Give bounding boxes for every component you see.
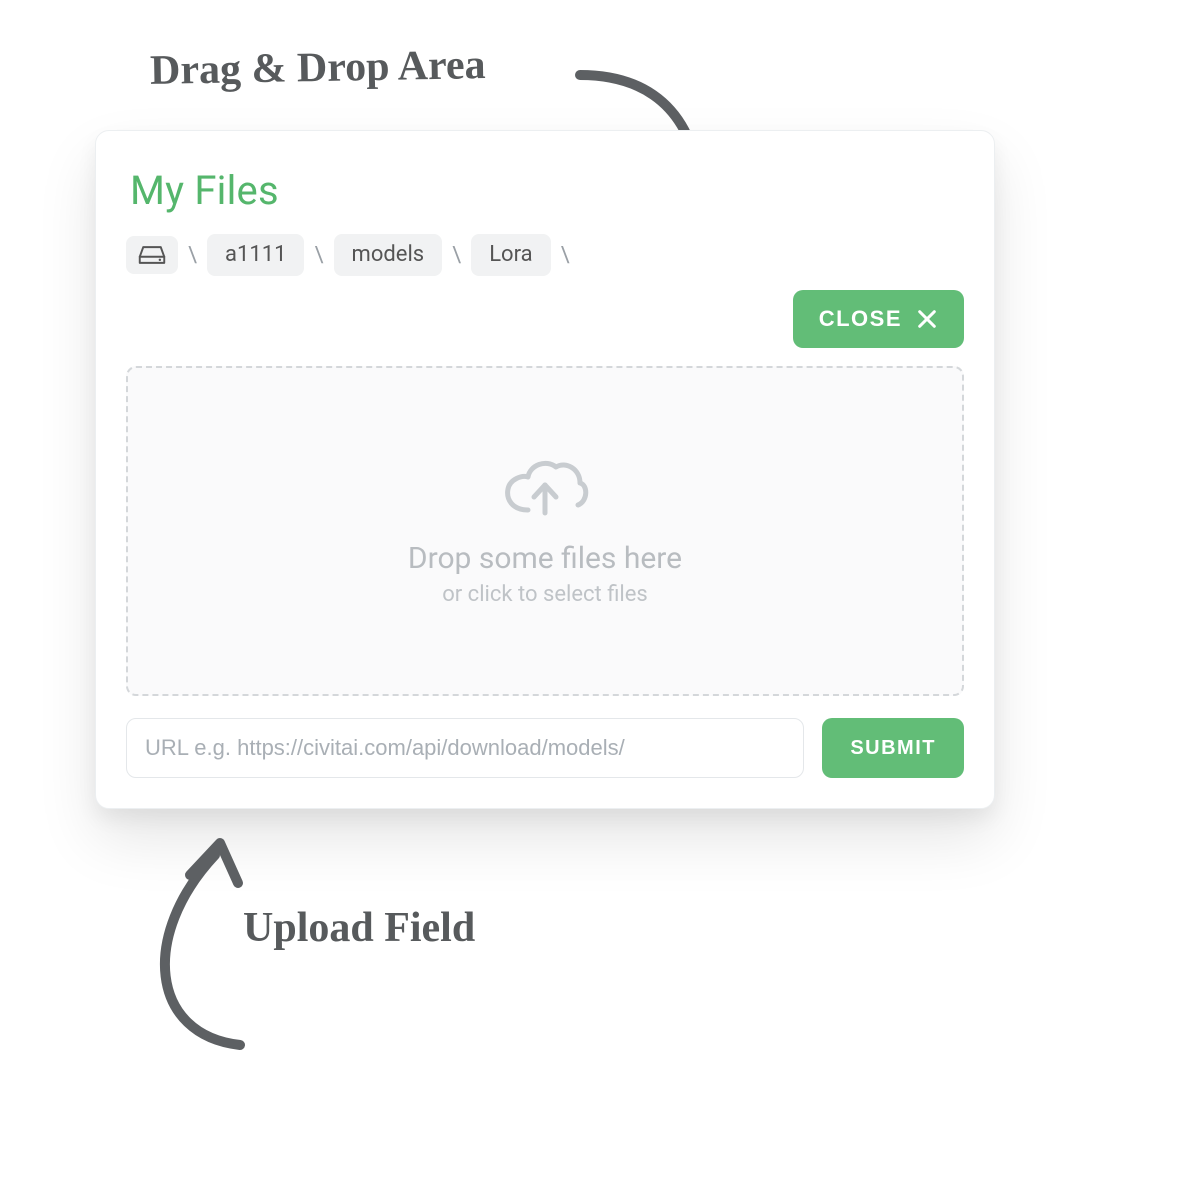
submit-button[interactable]: SUBMIT (822, 718, 964, 778)
breadcrumb-separator: \ (314, 243, 323, 268)
close-icon (916, 308, 938, 330)
breadcrumb-item-a1111[interactable]: a1111 (207, 234, 304, 276)
breadcrumb-separator: \ (452, 243, 461, 268)
dropzone-secondary-text: or click to select files (442, 582, 648, 607)
url-row: SUBMIT (126, 718, 964, 778)
breadcrumb: \ a1111 \ models \ Lora \ (126, 234, 964, 276)
page-title: My Files (130, 167, 960, 214)
breadcrumb-item-lora[interactable]: Lora (471, 234, 550, 276)
files-panel: My Files \ a1111 \ models \ Lora \ CLOSE (95, 130, 995, 809)
drive-icon (138, 244, 166, 266)
breadcrumb-separator: \ (561, 243, 570, 268)
breadcrumb-separator: \ (188, 243, 197, 268)
annotation-drag-drop: Drag & Drop Area (150, 42, 486, 94)
url-input[interactable] (126, 718, 804, 778)
breadcrumb-item-models[interactable]: models (334, 234, 443, 276)
annotation-arrow-bottom (120, 825, 300, 1065)
close-button-label: CLOSE (819, 306, 902, 332)
dropzone[interactable]: Drop some files here or click to select … (126, 366, 964, 696)
dropzone-primary-text: Drop some files here (408, 541, 682, 576)
close-button[interactable]: CLOSE (793, 290, 964, 348)
breadcrumb-home[interactable] (126, 236, 178, 274)
cloud-upload-icon (500, 455, 590, 525)
